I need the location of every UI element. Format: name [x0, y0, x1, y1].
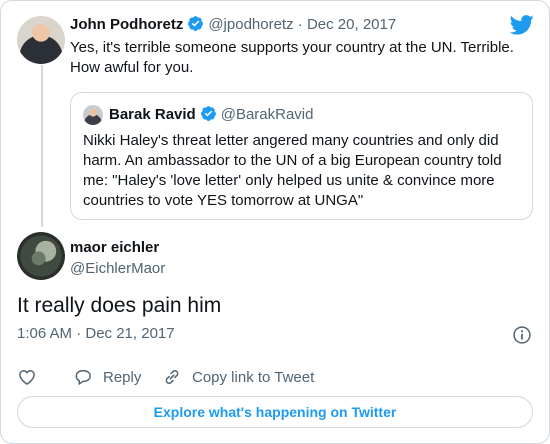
- reply-button[interactable]: Reply: [73, 366, 141, 388]
- link-icon: [165, 370, 179, 384]
- author-name: Barak Ravid: [109, 106, 196, 123]
- parent-tweet-header: John Podhoretz @jpodhoretz · Dec 20, 2017: [70, 15, 396, 33]
- quoted-tweet-text: Nikki Haley's threat letter angered many…: [83, 132, 502, 209]
- action-bar: Reply Copy link to Tweet: [17, 366, 537, 388]
- avatar[interactable]: [17, 16, 65, 64]
- tweet-date[interactable]: Dec 20, 2017: [307, 16, 396, 33]
- avatar[interactable]: [17, 232, 65, 280]
- like-button[interactable]: [17, 366, 47, 388]
- verified-badge-icon: [200, 106, 216, 121]
- quoted-tweet-header: Barak Ravid @BarakRavid: [109, 105, 313, 123]
- avatar: [83, 105, 103, 125]
- explore-button[interactable]: Explore what's happening on Twitter: [17, 396, 533, 428]
- heart-icon: [19, 369, 35, 385]
- parent-tweet-text: Yes, it's terrible someone supports your…: [70, 39, 514, 76]
- copy-link-button[interactable]: Copy link to Tweet: [162, 366, 314, 388]
- author-name[interactable]: John Podhoretz: [70, 16, 183, 33]
- reply-label: Reply: [103, 368, 142, 386]
- separator: ·: [297, 16, 303, 33]
- twitter-bird-icon[interactable]: [510, 15, 534, 35]
- quoted-tweet[interactable]: Barak Ravid @BarakRavid Nikki Haley's thr…: [70, 92, 533, 220]
- author-handle[interactable]: @jpodhoretz: [208, 16, 293, 33]
- copy-link-label: Copy link to Tweet: [192, 368, 315, 386]
- author-handle: @BarakRavid: [220, 106, 314, 123]
- tweet-timestamp[interactable]: 1:06 AM · Dec 21, 2017: [17, 325, 175, 342]
- thread-connector-line: [41, 65, 43, 227]
- main-tweet-text: It really does pain him: [17, 294, 222, 317]
- verified-badge-icon: [188, 16, 204, 31]
- author-handle[interactable]: @EichlerMaor: [70, 260, 165, 277]
- speech-bubble-icon: [75, 370, 91, 386]
- tweet-embed-card: John Podhoretz @jpodhoretz · Dec 20, 2017…: [0, 0, 550, 444]
- info-icon[interactable]: [512, 325, 532, 345]
- author-name[interactable]: maor eichler: [70, 239, 159, 256]
